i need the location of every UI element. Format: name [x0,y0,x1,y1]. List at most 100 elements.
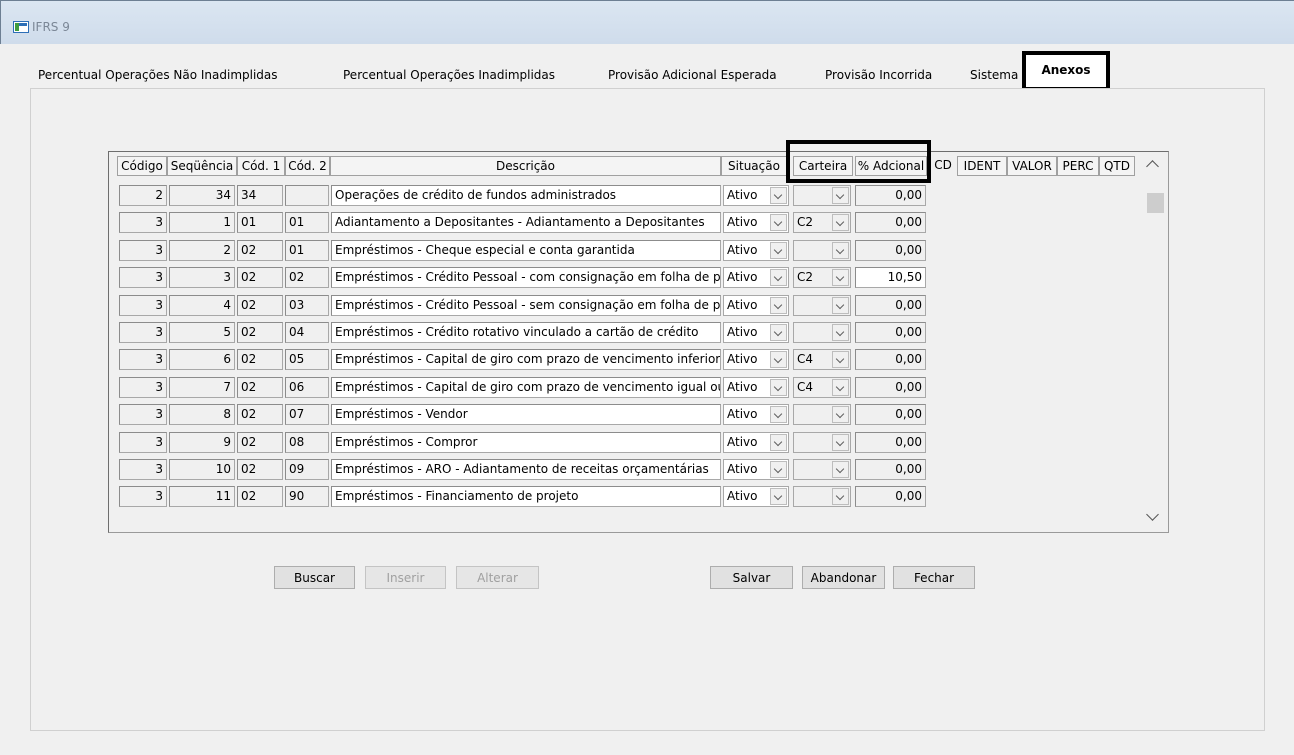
chevron-down-icon[interactable] [770,214,787,231]
chevron-down-icon[interactable] [770,187,787,204]
cell-adicional[interactable]: 0,00 [855,322,926,343]
cell-descricao[interactable]: Empréstimos - Crédito Pessoal - sem cons… [331,295,721,316]
carteira-select[interactable] [793,185,851,206]
situacao-select[interactable]: Ativo [723,322,789,343]
tab-sistema[interactable]: Sistema [960,62,1022,89]
cell-sequencia[interactable]: 5 [169,322,235,343]
col-header-qtd[interactable]: QTD [1099,156,1135,176]
cell-descricao[interactable]: Empréstimos - Capital de giro com prazo … [331,349,721,370]
situacao-select[interactable]: Ativo [723,459,789,480]
cell-codigo[interactable]: 3 [119,459,167,480]
chevron-down-icon[interactable] [832,434,849,451]
cell-adicional[interactable]: 0,00 [855,295,926,316]
table-row[interactable]: 3 3 02 02 Empréstimos - Crédito Pessoal - co… [109,267,1169,289]
situacao-select[interactable]: Ativo [723,267,789,288]
chevron-down-icon[interactable] [770,406,787,423]
cell-adicional[interactable]: 0,00 [855,459,926,480]
cell-cod1[interactable]: 02 [237,404,283,425]
situacao-select[interactable]: Ativo [723,377,789,398]
cell-codigo[interactable]: 2 [119,185,167,206]
cell-cod2[interactable]: 06 [285,377,329,398]
cell-adicional[interactable]: 10,50 [855,267,926,288]
cell-descricao[interactable]: Operações de crédito de fundos administr… [331,185,721,206]
vertical-scrollbar[interactable] [1143,152,1166,530]
chevron-down-icon[interactable] [832,214,849,231]
situacao-select[interactable]: Ativo [723,432,789,453]
situacao-select[interactable]: Ativo [723,349,789,370]
cell-cod2[interactable]: 08 [285,432,329,453]
situacao-select[interactable]: Ativo [723,212,789,233]
cell-cod1[interactable]: 02 [237,295,283,316]
chevron-down-icon[interactable] [770,242,787,259]
chevron-down-icon[interactable] [770,488,787,505]
inserir-button[interactable]: Inserir [365,566,446,589]
situacao-select[interactable]: Ativo [723,240,789,261]
cell-cod2[interactable]: 90 [285,486,329,507]
chevron-down-icon[interactable] [770,269,787,286]
cell-sequencia[interactable]: 2 [169,240,235,261]
table-row[interactable]: 3 10 02 09 Empréstimos - ARO - Adiantamento … [109,459,1169,481]
cell-sequencia[interactable]: 4 [169,295,235,316]
chevron-down-icon[interactable] [832,242,849,259]
cell-descricao[interactable]: Empréstimos - Cheque especial e conta ga… [331,240,721,261]
col-header-cod2[interactable]: Cód. 2 [285,156,330,176]
cell-cod1[interactable]: 02 [237,349,283,370]
cell-sequencia[interactable]: 34 [169,185,235,206]
table-row[interactable]: 2 34 34 Operações de crédito de fundos admi… [109,185,1169,207]
carteira-select[interactable] [793,322,851,343]
cell-descricao[interactable]: Empréstimos - Compror [331,432,721,453]
col-header-sequencia[interactable]: Seqüência [167,156,237,176]
carteira-select[interactable] [793,240,851,261]
table-row[interactable]: 3 7 02 06 Empréstimos - Capital de giro com … [109,377,1169,399]
cell-adicional[interactable]: 0,00 [855,486,926,507]
scroll-up-icon[interactable] [1146,160,1159,173]
col-header-perc[interactable]: PERC [1057,156,1099,176]
cell-descricao[interactable]: Empréstimos - Crédito Pessoal - com cons… [331,267,721,288]
chevron-down-icon[interactable] [770,379,787,396]
scroll-down-icon[interactable] [1146,508,1159,521]
cell-cod2[interactable]: 02 [285,267,329,288]
cell-codigo[interactable]: 3 [119,322,167,343]
carteira-select[interactable]: C4 [793,377,851,398]
tab-provisao-adicional[interactable]: Provisão Adicional Esperada [600,62,815,89]
cell-cod1[interactable]: 02 [237,432,283,453]
cell-descricao[interactable]: Empréstimos - Capital de giro com prazo … [331,377,721,398]
chevron-down-icon[interactable] [832,297,849,314]
cell-adicional[interactable]: 0,00 [855,185,926,206]
cell-descricao[interactable]: Empréstimos - ARO - Adiantamento de rece… [331,459,721,480]
chevron-down-icon[interactable] [832,406,849,423]
chevron-down-icon[interactable] [832,269,849,286]
cell-sequencia[interactable]: 1 [169,212,235,233]
situacao-select[interactable]: Ativo [723,404,789,425]
carteira-select[interactable] [793,459,851,480]
cell-codigo[interactable]: 3 [119,349,167,370]
cell-adicional[interactable]: 0,00 [855,212,926,233]
col-header-valor[interactable]: VALOR [1007,156,1057,176]
cell-sequencia[interactable]: 7 [169,377,235,398]
cell-adicional[interactable]: 0,00 [855,404,926,425]
cell-sequencia[interactable]: 6 [169,349,235,370]
salvar-button[interactable]: Salvar [710,566,793,589]
cell-cod1[interactable]: 02 [237,459,283,480]
table-row[interactable]: 3 5 02 04 Empréstimos - Crédito rotativo vin… [109,322,1169,344]
chevron-down-icon[interactable] [770,351,787,368]
chevron-down-icon[interactable] [832,379,849,396]
table-row[interactable]: 3 8 02 07 Empréstimos - Vendor Ativo 0,00 [109,404,1169,426]
abandonar-button[interactable]: Abandonar [802,566,885,589]
chevron-down-icon[interactable] [770,461,787,478]
cell-cod2[interactable]: 04 [285,322,329,343]
carteira-select[interactable]: C4 [793,349,851,370]
cell-sequencia[interactable]: 3 [169,267,235,288]
chevron-down-icon[interactable] [832,187,849,204]
table-row[interactable]: 3 2 02 01 Empréstimos - Cheque especial e co… [109,240,1169,262]
cell-cod1[interactable]: 02 [237,240,283,261]
chevron-down-icon[interactable] [770,434,787,451]
cell-adicional[interactable]: 0,00 [855,377,926,398]
cell-codigo[interactable]: 3 [119,212,167,233]
cell-cod1[interactable]: 02 [237,322,283,343]
cell-codigo[interactable]: 3 [119,267,167,288]
carteira-select[interactable]: C2 [793,267,851,288]
cell-cod1[interactable]: 34 [237,185,283,206]
carteira-select[interactable] [793,432,851,453]
cell-cod2[interactable]: 05 [285,349,329,370]
